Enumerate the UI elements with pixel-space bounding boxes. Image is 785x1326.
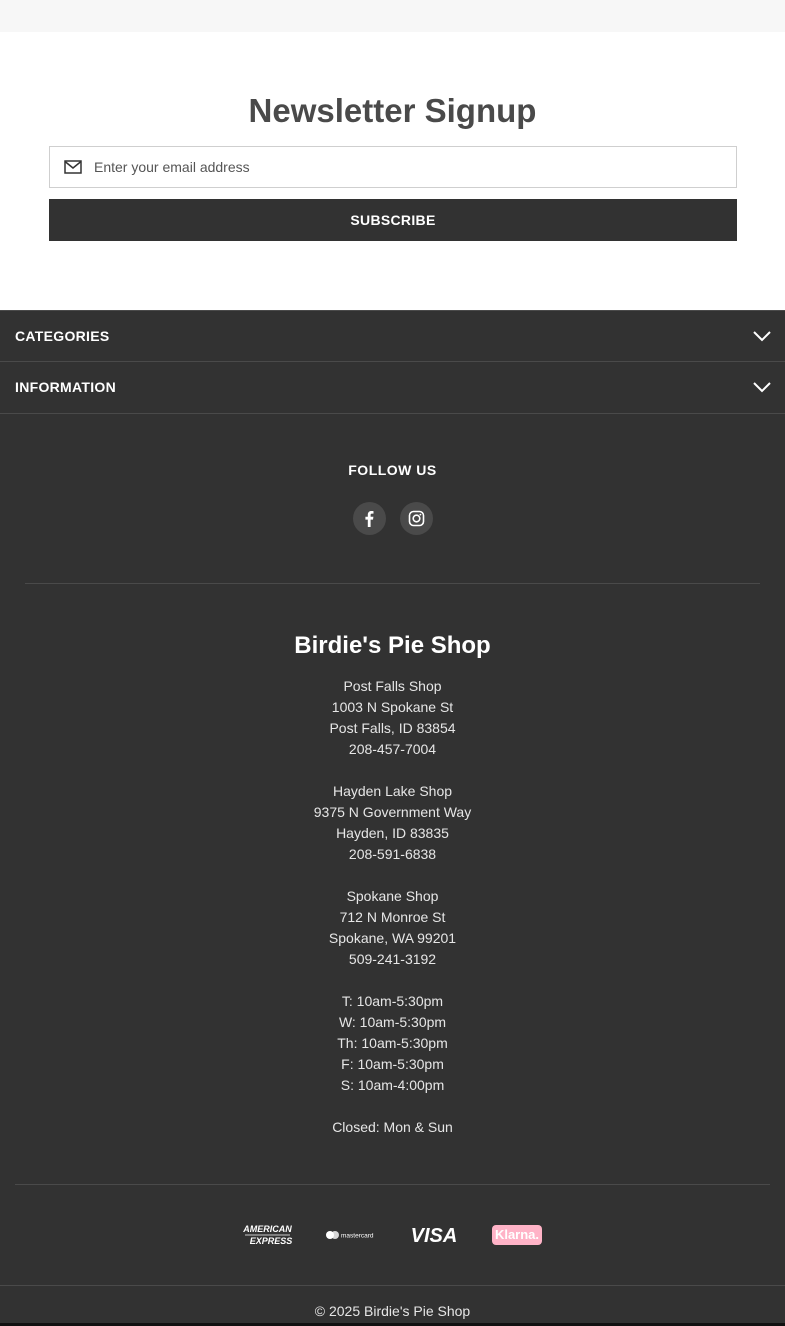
svg-text:VISA: VISA	[411, 1225, 458, 1247]
shop-info-line: 208-457-7004	[348, 741, 437, 757]
shop-info-spacer	[0, 865, 785, 886]
divider	[15, 1184, 770, 1185]
shop-info-line: Post Falls Shop	[343, 678, 442, 694]
accordion-information[interactable]: INFORMATION	[0, 362, 785, 414]
shop-name: Birdie's Pie Shop	[294, 632, 491, 659]
facebook-link[interactable]	[353, 502, 386, 535]
visa-icon: VISA	[411, 1225, 458, 1247]
shop-info-spacer	[0, 970, 785, 991]
email-input[interactable]	[94, 147, 724, 187]
mastercard-icon: mastercard	[326, 1231, 374, 1240]
shop-info-line: T: 10am-5:30pm	[341, 993, 444, 1009]
facebook-icon	[365, 511, 374, 527]
copyright-text: © 2025 Birdie's Pie Shop	[314, 1303, 471, 1319]
shop-info-line: F: 10am-5:30pm	[341, 1056, 444, 1072]
accordion-information-label: INFORMATION	[15, 379, 117, 395]
shop-info-line: Spokane, WA 99201	[328, 930, 457, 946]
accordion-categories[interactable]: CATEGORIES	[0, 310, 785, 362]
shop-info-line: S: 10am-4:00pm	[340, 1077, 445, 1093]
shop-info-line: 9375 N Government Way	[313, 804, 472, 820]
footer-bottom-bar: © 2025 Birdie's Pie Shop	[0, 1285, 785, 1326]
instagram-link[interactable]	[400, 502, 433, 535]
shop-info-line: Post Falls, ID 83854	[329, 720, 456, 736]
amex-icon: AMERICAN EXPRESS	[242, 1224, 293, 1246]
shop-info-line: Hayden, ID 83835	[336, 825, 449, 841]
follow-us-heading: FOLLOW US	[348, 462, 437, 478]
shop-info-line: 208-591-6838	[348, 846, 437, 862]
instagram-icon	[408, 510, 425, 527]
newsletter-title: Newsletter Signup	[248, 92, 537, 129]
subscribe-button[interactable]: SUBSCRIBE	[49, 199, 737, 241]
accordion-categories-label: CATEGORIES	[15, 328, 110, 344]
shop-info-line: Closed: Mon & Sun	[332, 1119, 453, 1135]
envelope-icon	[64, 159, 82, 175]
klarna-icon: Klarna.	[492, 1225, 542, 1245]
shop-info-line: Hayden Lake Shop	[332, 783, 453, 799]
shop-info-spacer	[0, 760, 785, 781]
shop-info-line: 712 N Monroe St	[339, 909, 446, 925]
email-field-box[interactable]	[49, 146, 737, 188]
shop-info-line: Spokane Shop	[346, 888, 439, 904]
newsletter-section: Newsletter Signup SUBSCRIBE	[0, 32, 785, 310]
shop-info-line: 509-241-3192	[348, 951, 437, 967]
shop-info-line: W: 10am-5:30pm	[338, 1014, 447, 1030]
shop-info-line: 1003 N Spokane St	[331, 699, 454, 715]
shop-info-line: Th: 10am-5:30pm	[337, 1035, 448, 1051]
svg-text:mastercard: mastercard	[341, 1233, 374, 1240]
shop-info: Post Falls Shop 1003 N Spokane St Post Fal…	[0, 676, 785, 1138]
top-strip	[0, 0, 785, 32]
svg-text:EXPRESS: EXPRESS	[250, 1236, 293, 1246]
divider	[25, 583, 760, 584]
chevron-down-icon	[753, 380, 771, 393]
svg-text:AMERICAN: AMERICAN	[242, 1224, 292, 1234]
payment-methods: AMERICAN EXPRESS mastercard VISA Klarna.	[0, 1222, 785, 1248]
chevron-down-icon	[753, 329, 771, 342]
shop-info-spacer	[0, 1096, 785, 1117]
